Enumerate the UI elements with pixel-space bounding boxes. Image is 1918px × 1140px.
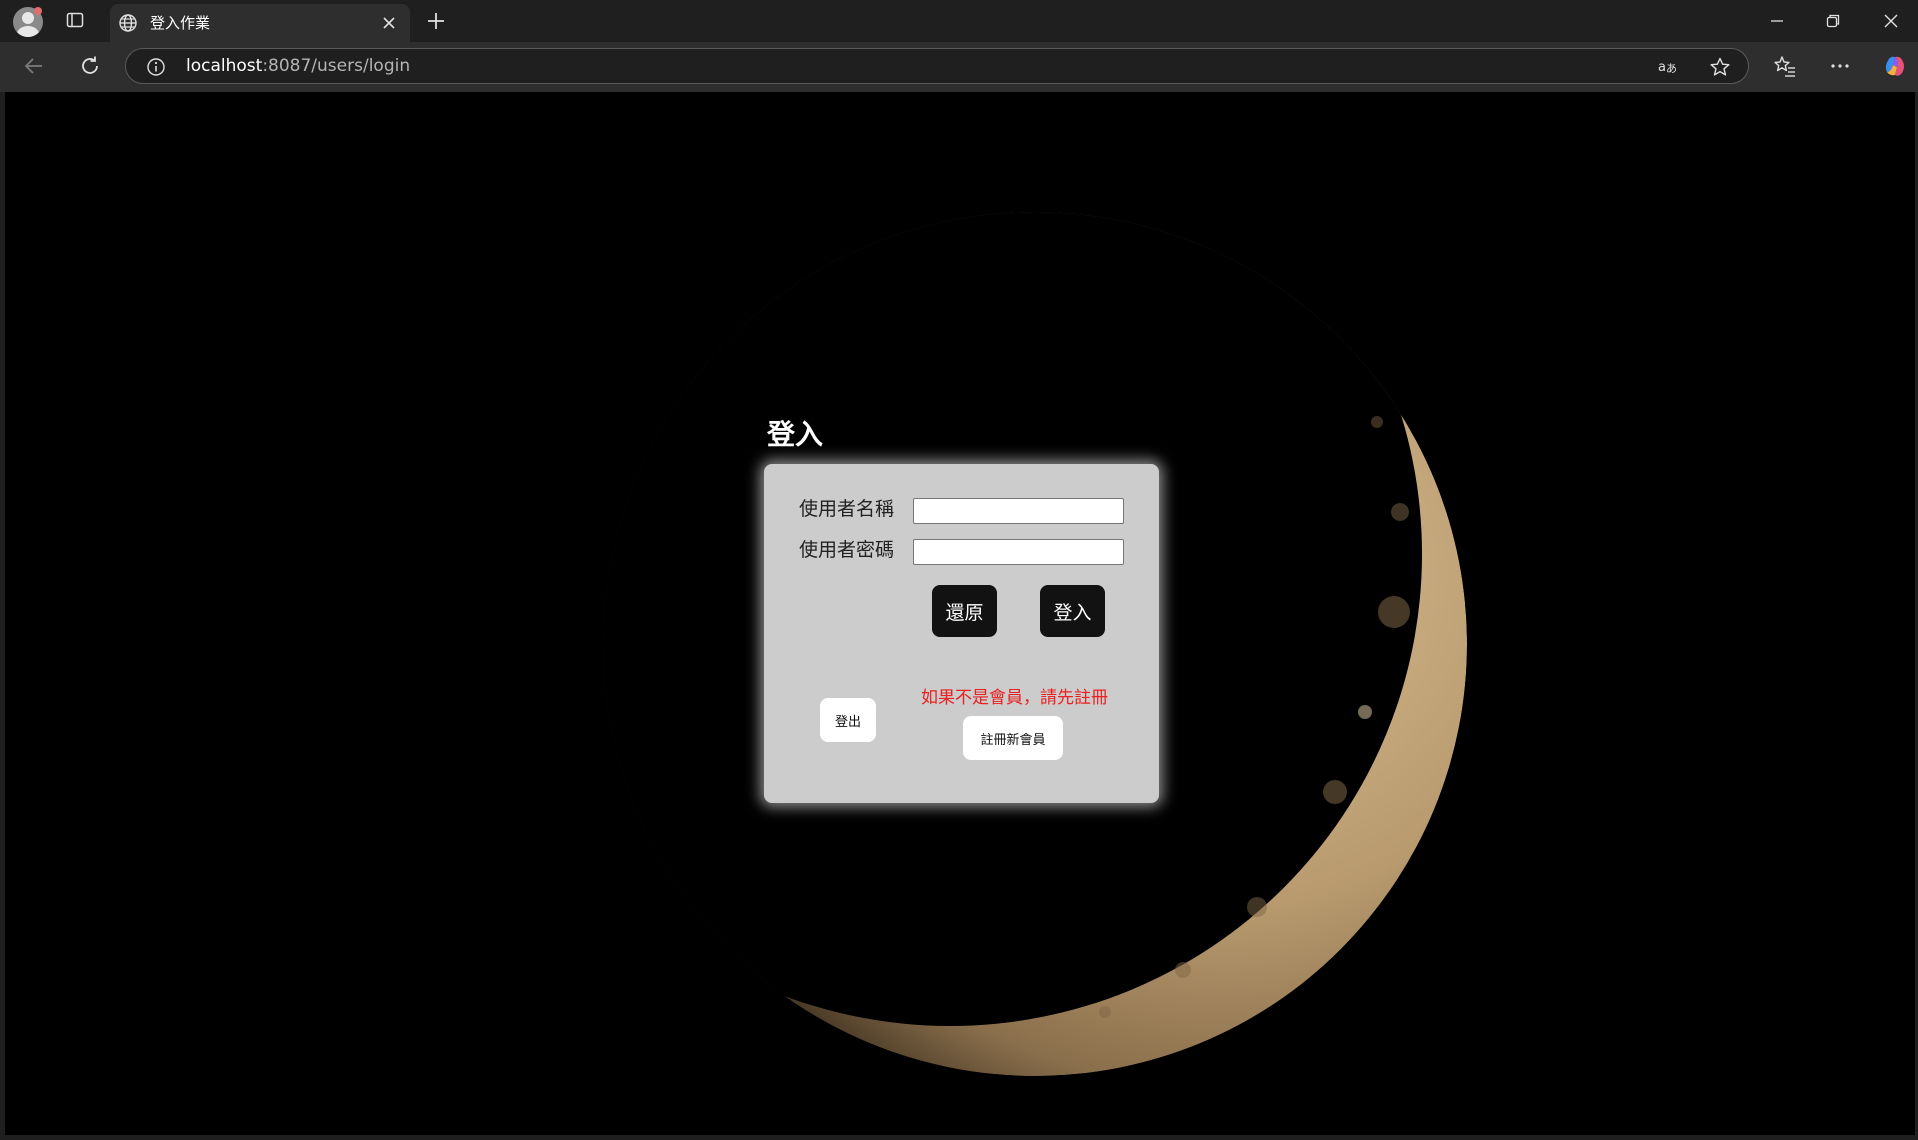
browser-title-bar: 登入作業: [0, 0, 1918, 42]
page-title: 登入: [767, 418, 824, 451]
restore-icon[interactable]: [1823, 11, 1843, 31]
browser-tab-active[interactable]: 登入作業: [110, 4, 410, 42]
favorites-list-icon[interactable]: [1773, 54, 1797, 78]
close-tab-icon[interactable]: [380, 14, 398, 32]
site-info-icon[interactable]: [146, 57, 166, 77]
username-label: 使用者名稱: [799, 498, 895, 520]
browser-toolbar: localhost:8087/users/login a あ: [0, 42, 1918, 92]
url-text[interactable]: localhost:8087/users/login: [186, 56, 410, 76]
notification-dot: [34, 7, 42, 15]
minimize-icon[interactable]: [1767, 11, 1787, 31]
username-input[interactable]: [913, 498, 1124, 524]
login-panel: 使用者名稱 使用者密碼 還原 登入 如果不是會員，請先註冊 登出 註冊新會員: [764, 464, 1159, 803]
url-host: localhost: [186, 56, 263, 76]
favorite-star-icon[interactable]: [1709, 56, 1731, 78]
refresh-icon[interactable]: [78, 54, 102, 78]
reset-button[interactable]: 還原: [932, 585, 997, 637]
svg-text:あ: あ: [1666, 62, 1677, 75]
svg-text:a: a: [1658, 60, 1666, 75]
address-bar[interactable]: localhost:8087/users/login a あ: [125, 48, 1749, 84]
page-viewport: 登入 使用者名稱 使用者密碼 還原 登入 如果不是會員，請先註冊 登出 註冊新會…: [5, 92, 1915, 1135]
back-arrow-icon[interactable]: [22, 54, 46, 78]
more-options-icon[interactable]: [1828, 54, 1852, 78]
tab-actions-icon[interactable]: [66, 11, 84, 29]
tab-title: 登入作業: [150, 14, 211, 32]
password-label: 使用者密碼: [799, 539, 895, 561]
login-button[interactable]: 登入: [1040, 585, 1105, 637]
url-path: :8087/users/login: [262, 56, 411, 76]
read-aloud-translate-icon[interactable]: a あ: [1657, 56, 1679, 78]
register-notice: 如果不是會員，請先註冊: [921, 688, 1108, 708]
globe-icon: [119, 14, 137, 32]
copilot-icon[interactable]: [1881, 52, 1909, 80]
password-input[interactable]: [913, 539, 1124, 565]
close-window-icon[interactable]: [1881, 11, 1901, 31]
new-tab-icon[interactable]: [425, 10, 447, 32]
register-button[interactable]: 註冊新會員: [963, 716, 1063, 760]
logout-button[interactable]: 登出: [820, 698, 876, 742]
